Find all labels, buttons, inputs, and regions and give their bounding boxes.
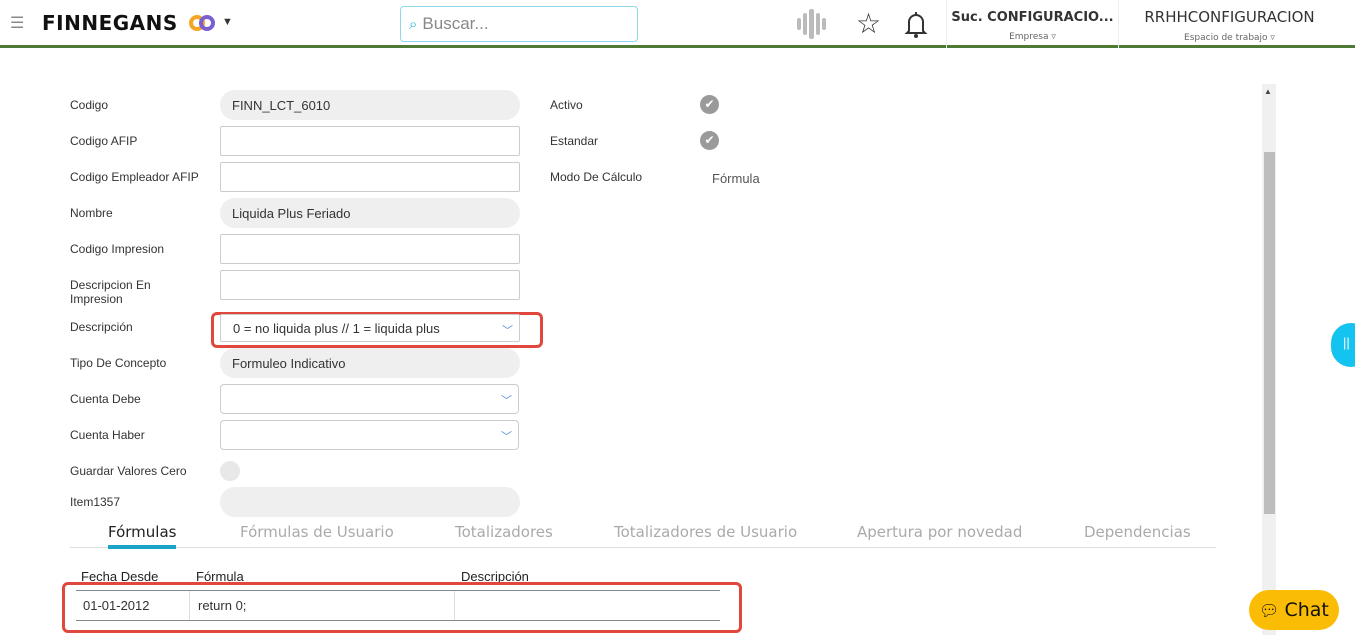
workspace-label: Espacio de trabajo ▿ bbox=[1184, 33, 1275, 43]
cuenta-haber-label: Cuenta Haber bbox=[70, 428, 145, 442]
tab-totalizadores-de-usuario[interactable]: Totalizadores de Usuario bbox=[614, 523, 797, 541]
codigo-afip-label: Codigo AFIP bbox=[70, 134, 138, 148]
brand-logo-mark-icon bbox=[189, 15, 215, 31]
chevron-down-icon: ﹀ bbox=[501, 395, 512, 407]
cuenta-debe-select[interactable]: ﹀ bbox=[220, 384, 519, 414]
search-placeholder: Buscar... bbox=[422, 14, 489, 33]
favorites-star-icon[interactable]: ☆ bbox=[856, 7, 881, 40]
codigo-label: Codigo bbox=[70, 98, 109, 112]
codigo-impresion-label: Codigo Impresion bbox=[70, 242, 165, 256]
hamburger-menu-icon[interactable]: ☰ bbox=[10, 13, 24, 33]
tab-dependencias[interactable]: Dependencias bbox=[1084, 523, 1191, 541]
cuenta-debe-label: Cuenta Debe bbox=[70, 392, 141, 406]
tab-apertura-por-novedad[interactable]: Apertura por novedad bbox=[857, 523, 1022, 541]
item1357-field bbox=[220, 487, 520, 517]
cell-descripcion[interactable] bbox=[455, 591, 720, 620]
estandar-label: Estandar bbox=[550, 134, 599, 148]
scroll-up-arrow-icon[interactable]: ▲ bbox=[1264, 87, 1272, 96]
tipo-concepto-field: Formuleo Indicativo bbox=[220, 348, 520, 378]
divider bbox=[1118, 0, 1119, 48]
cell-fecha-desde[interactable]: 01-01-2012 bbox=[75, 591, 190, 620]
codigo-empleador-afip-label: Codigo Empleador AFIP bbox=[70, 170, 199, 184]
brand-logo[interactable]: FINNEGANS bbox=[42, 11, 178, 35]
brand-dropdown-icon[interactable]: ▼ bbox=[222, 16, 233, 28]
modo-calculo-value: Fórmula bbox=[712, 171, 760, 186]
workspace-name: RRHHCONFIGURACION bbox=[1144, 8, 1315, 26]
workspace-selector[interactable]: RRHHCONFIGURACION Espacio de trabajo ▿ bbox=[1122, 8, 1337, 43]
estandar-check-icon: ✔ bbox=[700, 131, 719, 150]
company-name: Suc. CONFIGURACIO... bbox=[951, 10, 1114, 25]
search-icon: ⌕ bbox=[409, 15, 418, 33]
cell-formula[interactable]: return 0; bbox=[190, 591, 455, 620]
modo-calculo-label: Modo De Cálculo bbox=[550, 170, 643, 184]
chevron-down-icon: ﹀ bbox=[502, 325, 513, 337]
notifications-bell-icon[interactable] bbox=[903, 9, 929, 39]
descripcion-select[interactable]: 0 = no liquida plus // 1 = liquida plus ﹀ bbox=[220, 314, 520, 342]
item1357-label: Item1357 bbox=[70, 495, 121, 509]
descripcion-label: Descripción bbox=[70, 320, 133, 334]
search-input[interactable]: ⌕ Buscar... bbox=[400, 6, 638, 42]
tab-totalizadores[interactable]: Totalizadores bbox=[455, 523, 553, 541]
chat-button[interactable]: 💬︎ Chat bbox=[1249, 590, 1339, 630]
descripcion-value: 0 = no liquida plus // 1 = liquida plus bbox=[233, 320, 440, 336]
activo-label: Activo bbox=[550, 98, 583, 112]
chat-label: Chat bbox=[1284, 599, 1329, 621]
tab-formulas[interactable]: Fórmulas bbox=[108, 523, 177, 549]
top-header: ☰ FINNEGANS ▼ ⌕ Buscar... ☆ Suc. CONFIGUR… bbox=[0, 0, 1355, 48]
chat-bubble-icon: 💬︎ bbox=[1259, 600, 1280, 620]
cuenta-haber-select[interactable]: ﹀ bbox=[220, 420, 519, 450]
divider bbox=[946, 0, 947, 48]
guardar-valores-cero-checkbox[interactable] bbox=[220, 461, 240, 481]
descripcion-impresion-input[interactable] bbox=[220, 270, 520, 300]
activo-check-icon: ✔ bbox=[700, 95, 719, 114]
guardar-valores-cero-label: Guardar Valores Cero bbox=[70, 464, 187, 478]
nombre-field: Liquida Plus Feriado bbox=[220, 198, 520, 228]
chevron-down-icon: ﹀ bbox=[501, 431, 512, 443]
tab-bar: Fórmulas Fórmulas de Usuario Totalizador… bbox=[70, 520, 1216, 549]
codigo-empleador-afip-input[interactable] bbox=[220, 162, 520, 192]
tab-formulas-de-usuario[interactable]: Fórmulas de Usuario bbox=[240, 523, 394, 541]
nombre-label: Nombre bbox=[70, 206, 113, 220]
scrollbar-thumb[interactable] bbox=[1264, 152, 1275, 514]
side-panel-handle[interactable]: || bbox=[1331, 323, 1355, 367]
company-label: Empresa ▿ bbox=[1009, 32, 1056, 42]
codigo-impresion-input[interactable] bbox=[220, 234, 520, 264]
descripcion-impresion-label: Descripcion En Impresion bbox=[70, 278, 151, 306]
assistant-wave-icon[interactable] bbox=[795, 8, 829, 40]
company-selector[interactable]: Suc. CONFIGURACIO... Empresa ▿ bbox=[950, 8, 1115, 42]
tipo-concepto-label: Tipo De Concepto bbox=[70, 356, 167, 370]
codigo-afip-input[interactable] bbox=[220, 126, 520, 156]
codigo-field: FINN_LCT_6010 bbox=[220, 90, 520, 120]
